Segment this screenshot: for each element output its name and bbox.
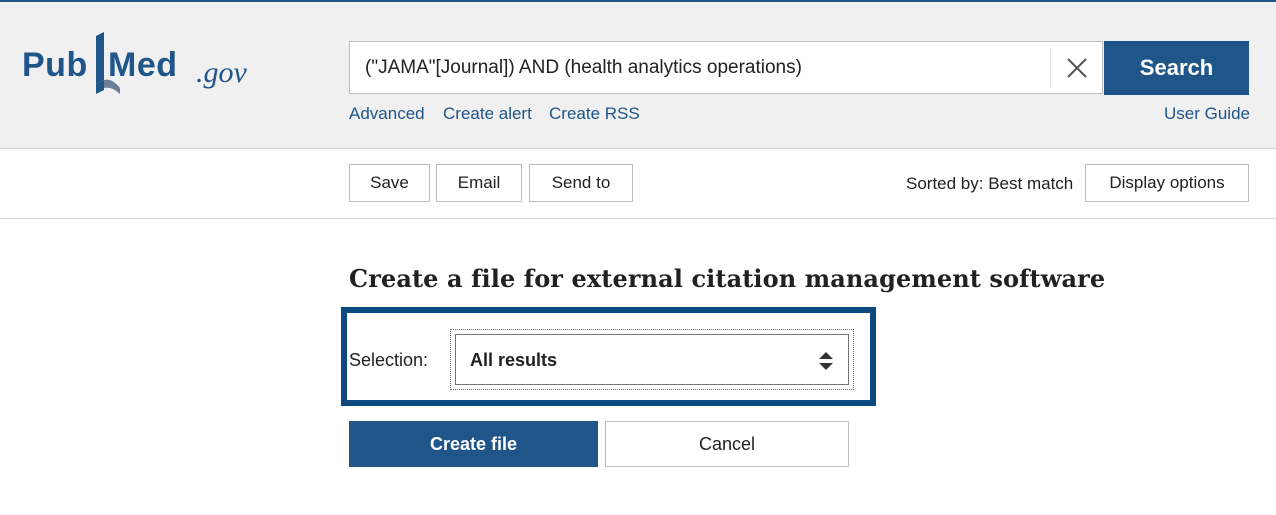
sort-arrows-icon (819, 352, 833, 370)
citation-panel-heading: Create a file for external citation mana… (349, 264, 1106, 293)
logo-text-med: Med (108, 46, 178, 84)
close-icon (1067, 58, 1087, 78)
advanced-search-link[interactable]: Advanced (349, 104, 425, 124)
display-options-button[interactable]: Display options (1085, 164, 1249, 202)
selection-value: All results (470, 350, 558, 370)
send-to-button[interactable]: Send to (529, 164, 633, 202)
search-box (349, 41, 1103, 94)
search-input[interactable] (350, 42, 1050, 93)
cancel-button[interactable]: Cancel (605, 421, 849, 467)
create-file-button[interactable]: Create file (349, 421, 598, 467)
create-alert-link[interactable]: Create alert (443, 104, 532, 124)
search-button[interactable]: Search (1104, 41, 1249, 95)
pubmed-logo[interactable]: Pub Med .gov (22, 32, 262, 102)
selection-dropdown[interactable]: All results (455, 334, 849, 385)
create-rss-link[interactable]: Create RSS (549, 104, 640, 124)
selection-label: Selection: (349, 350, 429, 370)
sort-status: Sorted by: Best match (906, 174, 1074, 193)
logo-text-pub: Pub (22, 46, 88, 84)
user-guide-link[interactable]: User Guide (1164, 104, 1250, 124)
logo-text-gov: .gov (196, 56, 247, 89)
header: Pub Med .gov Search Advanced Create aler… (0, 2, 1276, 149)
clear-search-button[interactable] (1050, 48, 1103, 88)
results-toolbar: Save Email Send to Sorted by: Best match… (0, 149, 1276, 219)
email-button[interactable]: Email (436, 164, 522, 202)
save-button[interactable]: Save (349, 164, 430, 202)
